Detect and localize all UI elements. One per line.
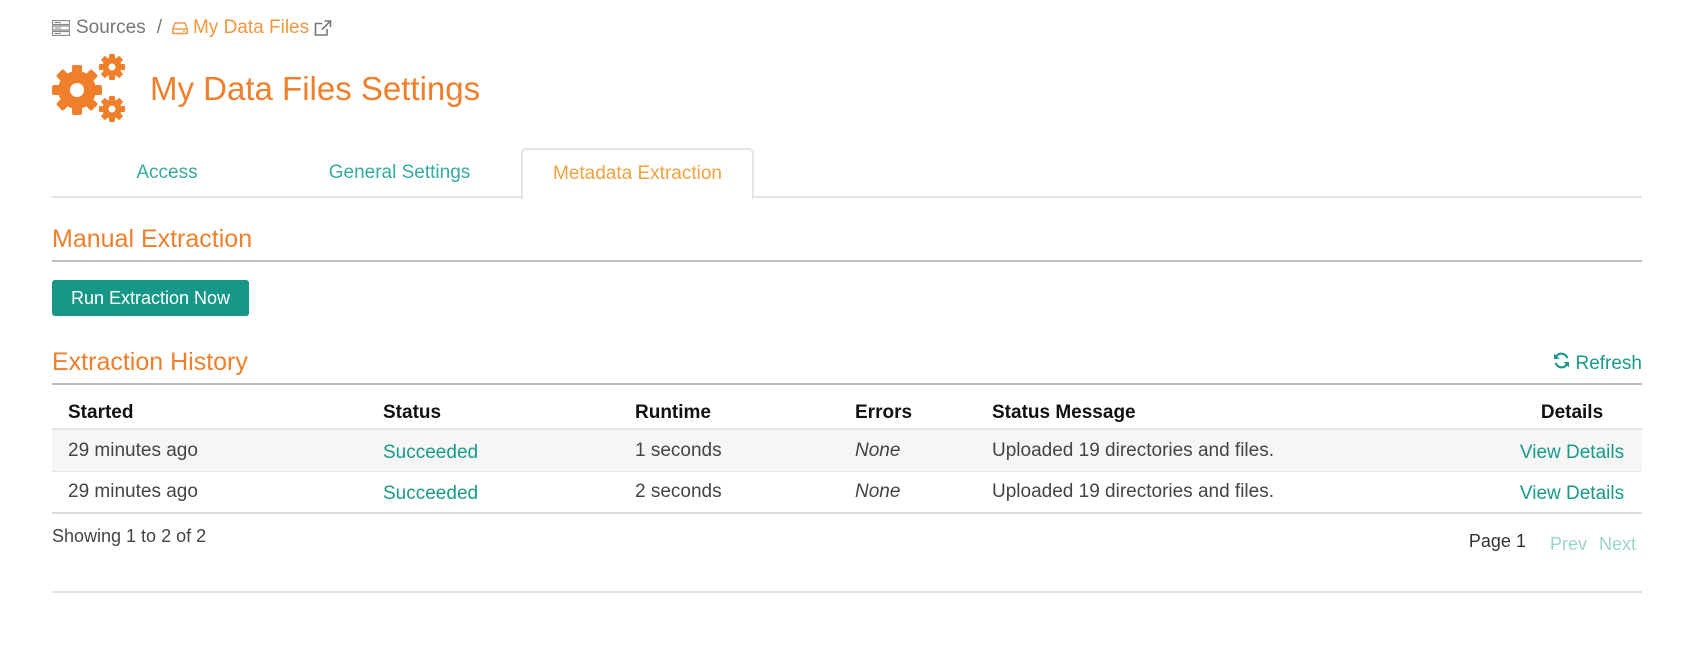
view-details-link[interactable]: View Details	[1512, 472, 1632, 512]
status-link[interactable]: Succeeded	[383, 430, 478, 471]
cell-status-message: Uploaded 19 directories and files.	[992, 439, 1275, 461]
breadcrumb-current[interactable]: My Data Files	[172, 17, 332, 39]
page-indicator: Page 1	[1468, 531, 1526, 551]
tab-access[interactable]: Access	[52, 148, 282, 198]
cell-status-message: Uploaded 19 directories and files.	[992, 481, 1275, 502]
manual-extraction-title: Manual Extraction	[52, 225, 253, 253]
refresh-icon	[1553, 352, 1575, 375]
breadcrumb-separator: /	[156, 17, 162, 38]
divider	[52, 591, 1642, 593]
column-header-runtime: Runtime	[635, 402, 711, 423]
column-header-status-message: Status Message	[992, 402, 1136, 423]
settings-tabs: Access General Settings Metadata Extract…	[52, 148, 1642, 200]
prev-page-button[interactable]: Prev	[1550, 528, 1587, 555]
breadcrumb-sources-label: Sources	[76, 17, 146, 38]
breadcrumb-sources[interactable]: Sources	[52, 17, 146, 39]
tab-metadata-extraction[interactable]: Metadata Extraction	[521, 148, 754, 200]
column-header-status: Status	[383, 402, 442, 423]
next-page-button[interactable]: Next	[1599, 528, 1636, 555]
cell-errors: None	[855, 481, 901, 502]
table-row: 29 minutes ago Succeeded 1 seconds None …	[52, 430, 1642, 472]
cell-runtime: 2 seconds	[635, 481, 722, 502]
pagination-summary: Showing 1 to 2 of 2	[52, 526, 207, 546]
cell-started: 29 minutes ago	[68, 481, 198, 502]
column-header-started: Started	[68, 402, 134, 423]
breadcrumb-current-label: My Data Files	[192, 17, 310, 38]
status-link[interactable]: Succeeded	[383, 472, 478, 512]
server-icon	[52, 20, 70, 36]
extraction-history-table: Started Status Runtime Errors Status Mes…	[52, 394, 1642, 514]
column-header-details: Details	[1540, 402, 1604, 423]
column-header-errors: Errors	[855, 402, 913, 423]
refresh-button[interactable]: Refresh	[1553, 352, 1642, 375]
pagination: Page 1 Prev Next	[1469, 528, 1636, 555]
extraction-history-heading: Extraction History Refresh	[52, 348, 1642, 385]
refresh-label: Refresh	[1575, 352, 1642, 374]
breadcrumb: Sources / My Data Files	[52, 15, 332, 41]
page-title: My Data Files Settings	[150, 70, 481, 107]
cell-started: 29 minutes ago	[68, 439, 198, 461]
page-header: My Data Files Settings	[52, 54, 480, 124]
table-header: Started Status Runtime Errors Status Mes…	[52, 394, 1642, 430]
tab-general-settings[interactable]: General Settings	[282, 148, 517, 198]
drive-icon	[172, 21, 188, 35]
gears-icon	[52, 54, 128, 124]
external-link-icon[interactable]	[314, 19, 332, 37]
cell-runtime: 1 seconds	[635, 439, 722, 461]
view-details-link[interactable]: View Details	[1512, 430, 1632, 471]
run-extraction-button[interactable]: Run Extraction Now	[52, 280, 249, 316]
table-row: 29 minutes ago Succeeded 2 seconds None …	[52, 472, 1642, 514]
manual-extraction-heading: Manual Extraction	[52, 225, 1642, 262]
cell-errors: None	[855, 439, 901, 461]
extraction-history-title: Extraction History	[52, 348, 248, 376]
